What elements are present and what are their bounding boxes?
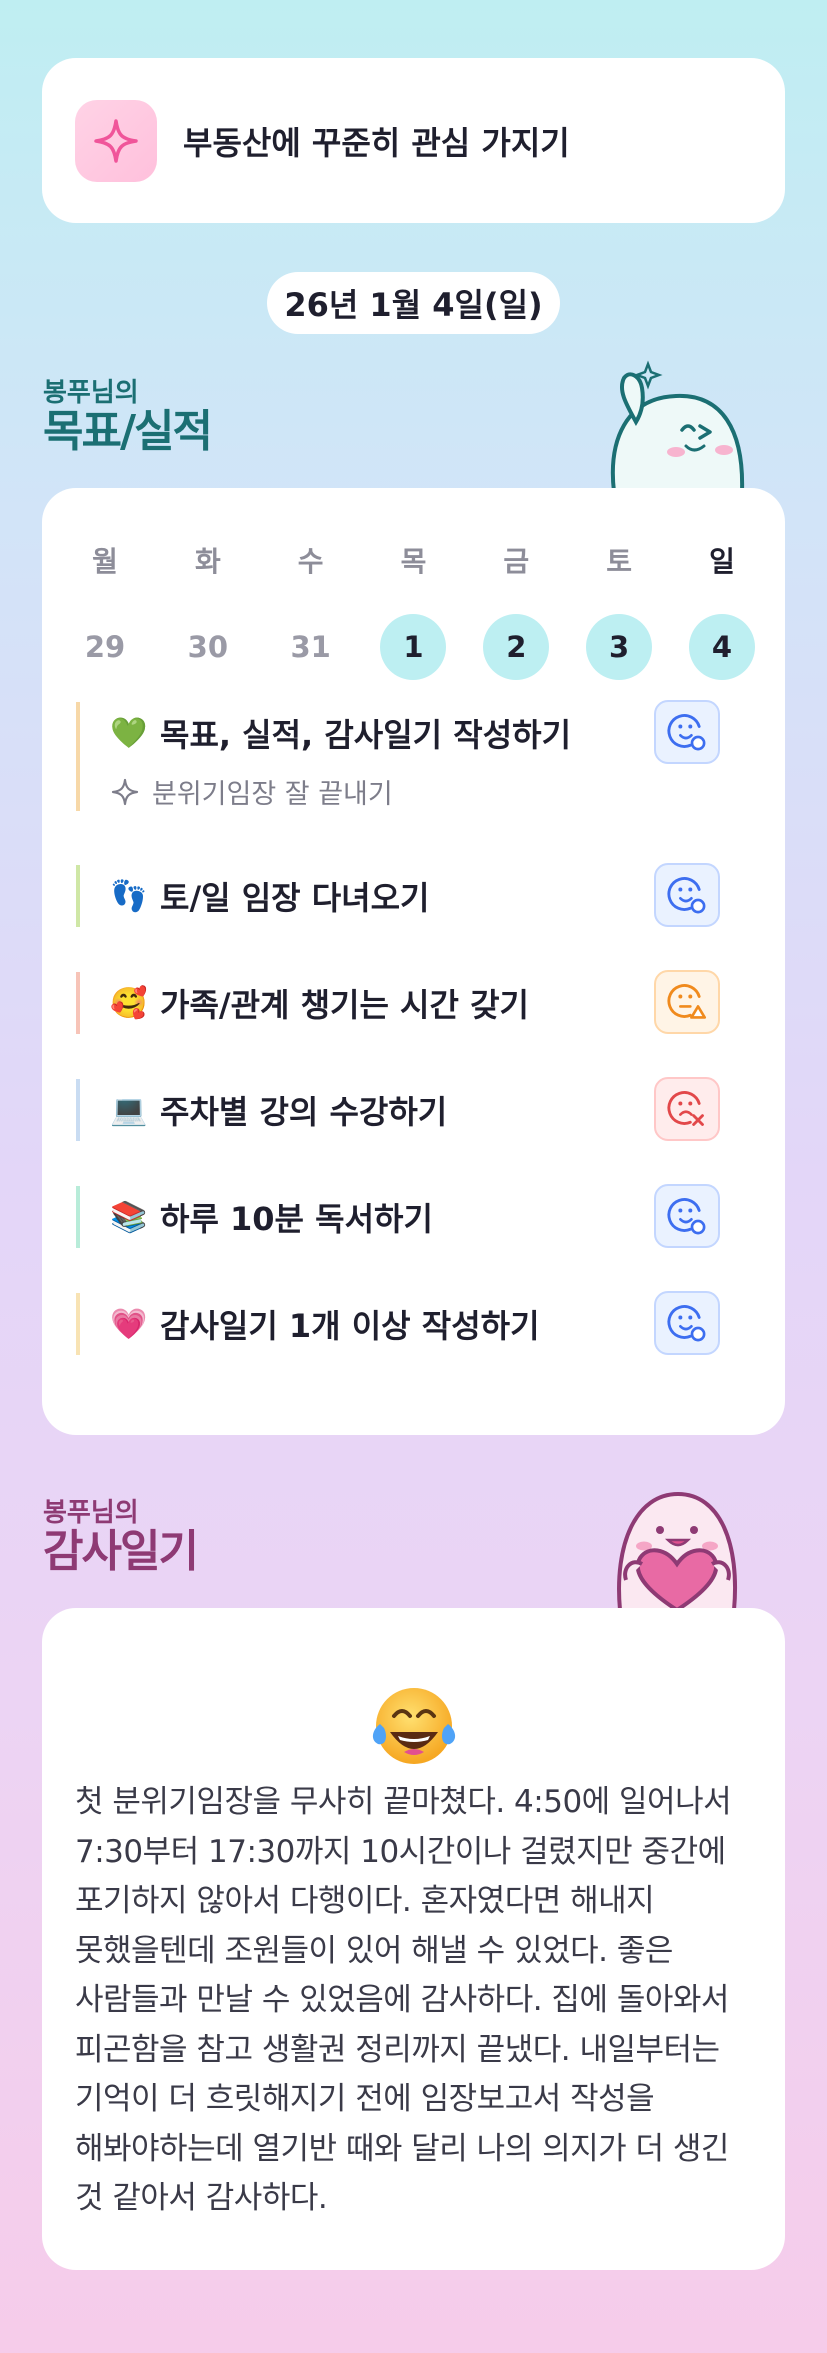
status-face-icon[interactable] [654,863,720,927]
mascot-illustration [610,360,745,492]
gratitude-title: 감사일기 [43,1526,199,1577]
task-emoji-icon: 🥰 [110,985,148,1021]
day-of-week-label: 토 [606,545,633,578]
calendar-day[interactable]: 수 31 [278,540,344,680]
gratitude-owner: 봉푸님의 [43,1498,139,1528]
task-subgoal: 분위기임장 잘 끝내기 [110,772,752,811]
status-face-icon[interactable] [654,1184,720,1248]
calendar-day[interactable]: 토3 [586,540,653,680]
task-item[interactable]: 👣 토/일 임장 다녀오기 [76,863,752,927]
sparkle-outline-icon [111,778,139,805]
day-number[interactable]: 3 [586,614,653,680]
task-subgoal-label: 분위기임장 잘 끝내기 [152,779,393,810]
task-emoji-icon: 📚 [110,1199,148,1235]
task-label: 감사일기 1개 이상 작성하기 [160,1307,540,1345]
goal-banner[interactable]: 부동산에 꾸준히 관심 가지기 [42,58,785,223]
task-item[interactable]: 💻 주차별 강의 수강하기 [76,1077,752,1141]
task-label: 하루 10분 독서하기 [160,1200,433,1238]
sparkle-icon [75,99,157,182]
day-number[interactable]: 2 [483,614,550,680]
day-of-week-label: 월 [92,545,118,578]
calendar-day[interactable]: 목1 [380,540,447,680]
status-face-icon[interactable] [654,1077,720,1141]
day-of-week-label: 수 [297,545,324,578]
goal-text: 부동산에 꾸준히 관심 가지기 [183,123,570,162]
task-item[interactable]: 📚 하루 10분 독서하기 [76,1184,752,1248]
task-item[interactable]: 💗 감사일기 1개 이상 작성하기 [76,1291,752,1355]
goals-title: 목표/실적 [43,406,213,457]
calendar-day[interactable]: 금2 [483,540,550,680]
status-face-icon[interactable] [654,970,720,1034]
day-number[interactable]: 31 [278,614,344,680]
task-item[interactable]: 💚 목표, 실적, 감사일기 작성하기분위기임장 잘 끝내기 [76,700,752,811]
task-emoji-icon: 💻 [110,1092,148,1128]
day-number[interactable]: 29 [72,614,138,680]
calendar-day[interactable]: 월 29 [72,540,138,680]
calendar-day[interactable]: 일4 [688,540,755,680]
week-calendar: 월 29 화 30 수 31 목 1 금 2 토 3 일 4 [72,540,755,680]
task-label: 주차별 강의 수강하기 [160,1093,448,1131]
task-label: 토/일 임장 다녀오기 [160,879,430,917]
gratitude-section-title: 봉푸님의 감사일기 [43,1492,199,1577]
gratitude-text: 첫 분위기임장을 무사히 끝마쳤다. 4:50에 일어나서 7:30부터 17:… [75,1784,732,2216]
day-number[interactable]: 1 [380,614,447,680]
day-of-week-label: 일 [709,545,735,578]
face-with-tears-of-joy-icon [372,1688,456,1764]
task-emoji-icon: 👣 [110,878,148,914]
goals-section-title: 봉푸님의 목표/실적 [43,372,213,457]
day-number[interactable]: 30 [175,614,241,680]
task-emoji-icon: 💗 [110,1306,148,1342]
day-number[interactable]: 4 [688,614,755,680]
status-face-icon[interactable] [654,700,720,764]
task-item[interactable]: 🥰 가족/관계 챙기는 시간 갖기 [76,970,752,1034]
task-label: 가족/관계 챙기는 시간 갖기 [160,986,529,1024]
status-face-icon[interactable] [654,1291,720,1355]
day-of-week-label: 목 [400,545,427,578]
task-label: 목표, 실적, 감사일기 작성하기 [160,716,572,754]
task-emoji-icon: 💚 [110,715,148,751]
day-of-week-label: 금 [503,545,530,578]
mascot-heart-illustration [617,1491,737,1610]
date-pill[interactable]: 26년 1월 4일(일) [267,272,560,334]
calendar-day[interactable]: 화 30 [175,540,241,680]
goals-owner: 봉푸님의 [43,378,139,408]
day-of-week-label: 화 [194,545,221,578]
